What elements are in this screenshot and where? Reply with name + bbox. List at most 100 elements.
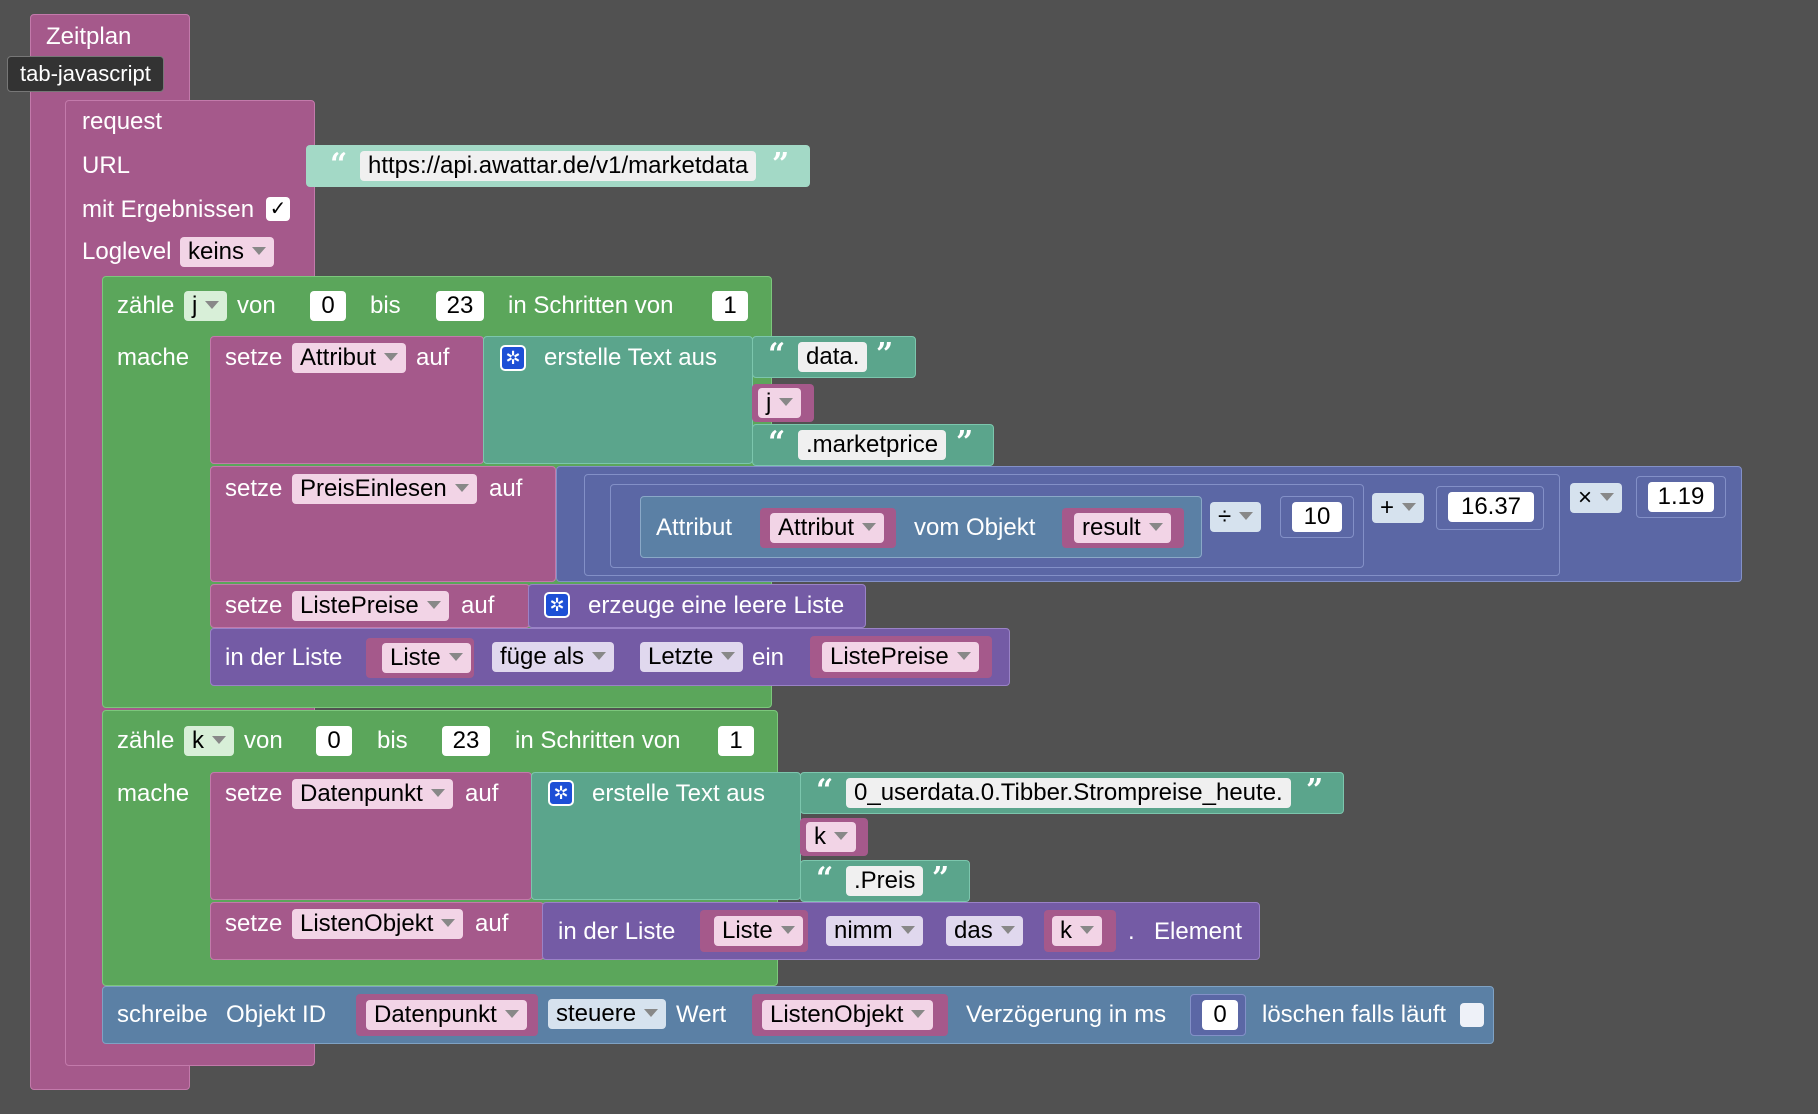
loop2-do-label: mache bbox=[117, 780, 190, 807]
open-quote-icon: “ bbox=[768, 425, 786, 460]
index-var-dropdown[interactable]: k bbox=[1052, 916, 1102, 946]
list-var-dropdown-2[interactable]: Liste bbox=[714, 916, 803, 946]
request-label: request bbox=[82, 108, 163, 135]
loop2-var-dropdown[interactable]: k bbox=[184, 726, 234, 756]
chevron-down-icon bbox=[454, 483, 469, 492]
div-op-dropdown[interactable]: ÷ bbox=[1210, 502, 1262, 532]
loop1-step-input[interactable]: 1 bbox=[712, 291, 748, 321]
open-quote-icon: “ bbox=[816, 773, 834, 808]
chevron-down-icon bbox=[504, 1009, 519, 1018]
loglevel-label: Loglevel bbox=[82, 238, 172, 265]
gear-icon[interactable]: ✲ bbox=[548, 780, 574, 806]
preis-var-dropdown[interactable]: PreisEinlesen bbox=[292, 474, 477, 504]
loop2-from-input[interactable]: 0 bbox=[316, 726, 352, 756]
of-object-label: vom Objekt bbox=[914, 514, 1036, 541]
text-marketprice-input[interactable]: .marketprice bbox=[798, 430, 947, 460]
div-op: ÷ bbox=[1218, 503, 1232, 530]
value-var: ListePreise bbox=[830, 643, 949, 670]
loop1-to-input[interactable]: 23 bbox=[436, 291, 484, 321]
list-op-dropdown[interactable]: nimm bbox=[826, 916, 923, 946]
create-list-label: erzeuge eine leere Liste bbox=[588, 592, 845, 619]
loop2-step-input[interactable]: 1 bbox=[718, 726, 754, 756]
loop1-var-dropdown[interactable]: j bbox=[184, 291, 228, 321]
chevron-down-icon bbox=[780, 925, 795, 934]
schedule-label: Zeitplan bbox=[46, 23, 132, 50]
chevron-down-icon bbox=[1080, 925, 1094, 934]
gear-icon[interactable]: ✲ bbox=[500, 345, 526, 371]
list-op: nimm bbox=[834, 917, 893, 944]
results-checkbox[interactable]: ✓ bbox=[266, 197, 290, 221]
write-mode-dropdown[interactable]: steuere bbox=[548, 999, 667, 1029]
create-text-label: erstelle Text aus bbox=[592, 780, 765, 807]
loop1-step-label: in Schritten von bbox=[508, 292, 674, 319]
delay-label: Verzögerung in ms bbox=[966, 1001, 1167, 1028]
url-input[interactable]: https://api.awattar.de/v1/marketdata bbox=[360, 151, 757, 181]
loop1-from-input[interactable]: 0 bbox=[310, 291, 346, 321]
write-value-dropdown[interactable]: ListenObjekt bbox=[762, 1000, 934, 1030]
add-op: + bbox=[1380, 494, 1395, 521]
chevron-down-icon bbox=[1148, 522, 1163, 531]
element-label: Element bbox=[1154, 918, 1243, 945]
text-path-input[interactable]: 0_userdata.0.Tibber.Strompreise_heute. bbox=[846, 778, 1291, 808]
chevron-down-icon bbox=[900, 925, 915, 934]
attr-label: Attribut bbox=[656, 514, 733, 541]
clear-checkbox[interactable] bbox=[1460, 1003, 1484, 1027]
attribut-var: Attribut bbox=[300, 344, 377, 371]
chevron-down-icon bbox=[448, 652, 463, 661]
clear-label: löschen falls läuft bbox=[1262, 1001, 1447, 1028]
var-j-dropdown[interactable]: j bbox=[758, 388, 802, 418]
object-var-dropdown[interactable]: result bbox=[1074, 513, 1171, 543]
open-quote-icon: “ bbox=[330, 147, 348, 182]
datenpunkt-var-dropdown[interactable]: Datenpunkt bbox=[292, 779, 453, 809]
blockly-workspace[interactable]: Zeitplan tab-javascript request URL mit … bbox=[0, 0, 1818, 1114]
to-label: auf bbox=[465, 780, 499, 807]
text-data-input[interactable]: data. bbox=[798, 342, 868, 372]
loglevel-value: keins bbox=[188, 238, 245, 265]
loop2-to-input[interactable]: 23 bbox=[442, 726, 490, 756]
liste-var: ListePreise bbox=[300, 592, 419, 619]
text-preis-input[interactable]: .Preis bbox=[846, 866, 924, 896]
insert-mode-dropdown[interactable]: füge als bbox=[492, 642, 615, 672]
loop1-to-label: bis bbox=[370, 292, 401, 319]
close-quote-icon: ” bbox=[772, 147, 790, 182]
loop1-count-label: zähle bbox=[117, 292, 175, 319]
mul-op-dropdown[interactable]: × bbox=[1570, 483, 1623, 513]
id-var-dropdown[interactable]: Datenpunkt bbox=[366, 1000, 527, 1030]
var-k: k bbox=[814, 823, 826, 850]
var-k-dropdown[interactable]: k bbox=[806, 822, 856, 852]
loop1-from-label: von bbox=[237, 292, 276, 319]
to-label: auf bbox=[489, 475, 523, 502]
div-value-input[interactable]: 10 bbox=[1292, 502, 1342, 532]
listenobjekt-var-dropdown[interactable]: ListenObjekt bbox=[292, 909, 464, 939]
datenpunkt-var: Datenpunkt bbox=[300, 780, 423, 807]
gear-icon[interactable]: ✲ bbox=[544, 592, 570, 618]
close-quote-icon: ” bbox=[932, 861, 950, 896]
mul-value-input[interactable]: 1.19 bbox=[1648, 482, 1714, 512]
loglevel-dropdown[interactable]: keins bbox=[180, 237, 275, 267]
id-var: Datenpunkt bbox=[374, 1001, 497, 1028]
loop2-var: k bbox=[192, 727, 204, 754]
close-quote-icon: ” bbox=[876, 337, 894, 372]
liste-var-dropdown[interactable]: ListePreise bbox=[292, 591, 449, 621]
list-var-2: Liste bbox=[722, 917, 773, 944]
close-quote-icon: ” bbox=[1306, 773, 1324, 808]
list-which-dropdown[interactable]: das bbox=[946, 916, 1023, 946]
add-op-dropdown[interactable]: + bbox=[1372, 493, 1425, 523]
add-value-input[interactable]: 16.37 bbox=[1448, 492, 1534, 522]
set-label: setze bbox=[225, 344, 283, 371]
index-var: k bbox=[1060, 917, 1072, 944]
chevron-down-icon bbox=[644, 1008, 659, 1017]
loop2-count-label: zähle bbox=[117, 727, 175, 754]
chevron-down-icon bbox=[441, 918, 456, 927]
attr-var-dropdown[interactable]: Attribut bbox=[770, 513, 885, 543]
chevron-down-icon bbox=[834, 831, 848, 840]
value-label: Wert bbox=[676, 1001, 727, 1028]
attribut-var-dropdown[interactable]: Attribut bbox=[292, 343, 407, 373]
insert-where-dropdown[interactable]: Letzte bbox=[640, 642, 744, 672]
set-label: setze bbox=[225, 592, 283, 619]
ein-label: ein bbox=[752, 644, 785, 671]
results-label: mit Ergebnissen bbox=[82, 196, 255, 223]
delay-input[interactable]: 0 bbox=[1202, 1000, 1238, 1030]
list-var-dropdown[interactable]: Liste bbox=[382, 643, 471, 673]
value-var-dropdown[interactable]: ListePreise bbox=[822, 642, 979, 672]
